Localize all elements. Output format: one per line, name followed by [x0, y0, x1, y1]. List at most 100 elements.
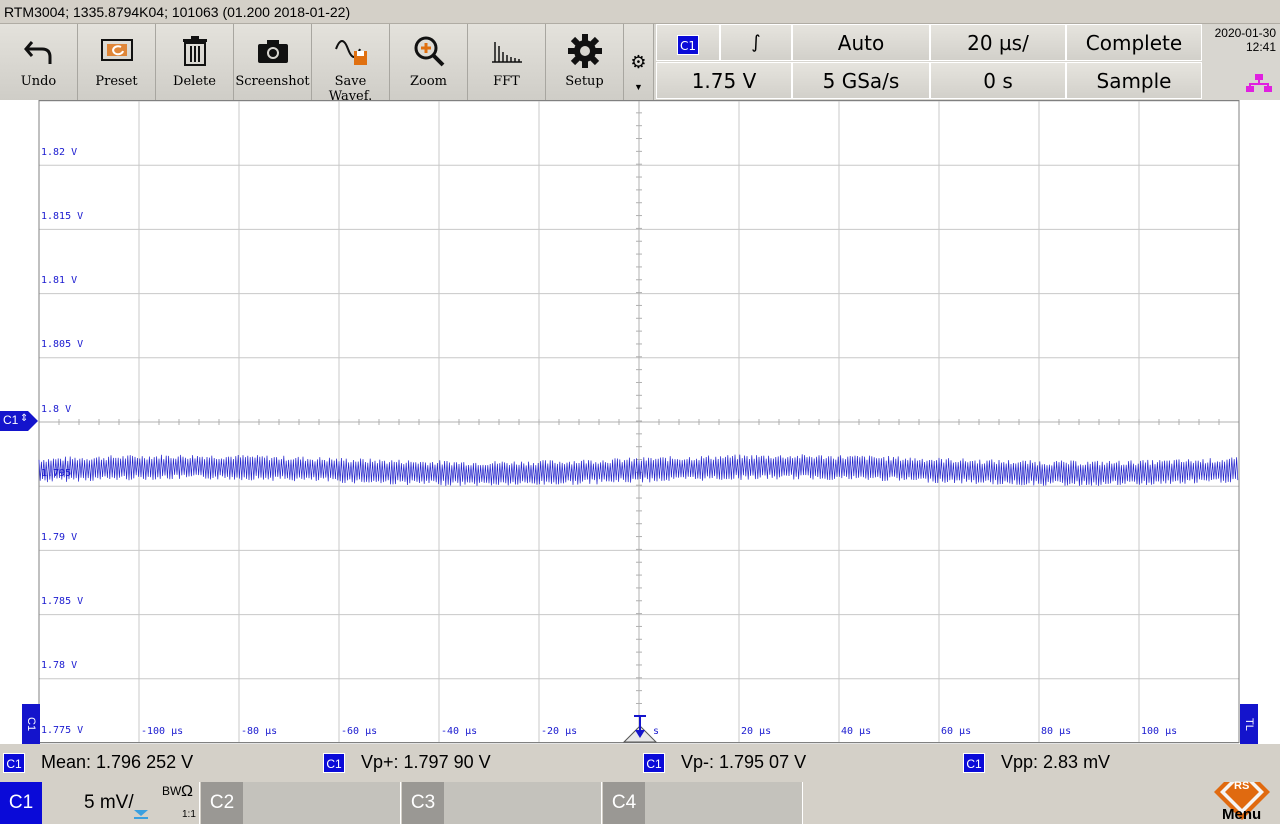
y-label: 1.79 V [41, 532, 78, 543]
y-label: 1.795 [41, 468, 72, 479]
preset-icon [78, 24, 155, 74]
measurement-vp-minus[interactable]: C1 Vp-: 1.795 07 V [643, 752, 807, 774]
measurement-text: Mean: 1.796 252 V [41, 752, 194, 772]
zoom-icon [390, 24, 467, 74]
date-time: 2020-01-30 12:41 [1204, 24, 1280, 100]
zoom-button[interactable]: Zoom [390, 24, 468, 100]
logo-text: RS [1234, 780, 1250, 792]
small-gear-icon: ⚙ [630, 52, 647, 72]
title-bar: RTM3004; 1335.8794K04; 101063 (01.200 20… [0, 0, 1280, 24]
c1-offset-marker[interactable]: C1 ⇕ [0, 411, 40, 431]
sample-rate: 5 GSa/s [792, 62, 930, 99]
setup-label: Setup [565, 74, 604, 89]
y-label: 1.815 V [41, 211, 84, 222]
trigger-level[interactable]: 1.75 V [656, 62, 792, 99]
x-label: -60 µs [341, 726, 378, 737]
delete-label: Delete [173, 74, 216, 89]
y-label: 1.8 V [41, 404, 72, 415]
menu-button[interactable]: RS Menu [1204, 780, 1280, 824]
gear-icon [546, 24, 623, 74]
trigger-slope[interactable]: ∫ [720, 24, 792, 61]
timebase-scale[interactable]: 20 µs/ [930, 24, 1066, 61]
channel-c3-button[interactable]: C3 [402, 782, 602, 824]
measurement-channel-badge: C1 [323, 753, 345, 774]
x-label: 80 µs [1041, 726, 1072, 737]
x-label: -40 µs [441, 726, 478, 737]
toolbar: Undo Preset Delete Screenshot Save Wavef… [0, 24, 1280, 104]
setup-button[interactable]: Setup [546, 24, 624, 100]
y-label: 1.82 V [41, 147, 78, 158]
channel-c2-name: C2 [201, 782, 243, 824]
date: 2020-01-30 [1214, 26, 1276, 40]
trigger-level-tab[interactable]: TL [1240, 704, 1258, 744]
save-waveform-button[interactable]: Save Wavef. [312, 24, 390, 104]
preset-button[interactable]: Preset [78, 24, 156, 100]
c1-marker-label: C1 [3, 413, 19, 427]
screenshot-button[interactable]: Screenshot [234, 24, 312, 100]
measurement-channel-badge: C1 [643, 753, 665, 774]
chevron-down-icon: ▼ [634, 82, 643, 92]
measurement-mean[interactable]: C1 Mean: 1.796 252 V [3, 752, 194, 774]
fft-icon [468, 24, 545, 74]
measurement-text: Vp+: 1.797 90 V [361, 752, 491, 772]
time: 12:41 [1245, 40, 1276, 54]
acquisition-state[interactable]: Complete [1066, 24, 1202, 61]
measurement-bar: C1 Mean: 1.796 252 V C1 Vp+: 1.797 90 V C1… [0, 744, 1280, 782]
up-down-arrow-icon: ⇕ [20, 413, 29, 424]
channel-c3-name: C3 [402, 782, 444, 824]
fft-button[interactable]: FFT [468, 24, 546, 100]
delete-button[interactable]: Delete [156, 24, 234, 100]
trash-icon [156, 24, 233, 74]
y-label: 1.805 V [41, 339, 84, 350]
x-label: 40 µs [841, 726, 872, 737]
fft-label: FFT [493, 74, 520, 89]
c1-channel-tab[interactable]: C1 [22, 704, 40, 744]
y-label: 1.785 V [41, 596, 84, 607]
x-label: 60 µs [941, 726, 972, 737]
camera-icon [234, 24, 311, 74]
y-label: 1.78 V [41, 660, 78, 671]
x-label: 100 µs [1141, 726, 1178, 737]
acquisition-mode[interactable]: Sample [1066, 62, 1202, 99]
channel-c1-offset-icon [134, 810, 148, 819]
network-icon [1246, 74, 1272, 92]
trigger-position-marker[interactable] [622, 714, 658, 744]
x-label: -100 µs [141, 726, 184, 737]
trigger-source[interactable]: C1 [656, 24, 720, 61]
menu-label: Menu [1222, 806, 1262, 823]
bandwidth-indicator: BW [162, 784, 182, 798]
y-label: 1.775 V [41, 725, 84, 736]
trigger-source-badge: C1 [677, 34, 699, 55]
undo-label: Undo [20, 74, 57, 89]
x-label: -20 µs [541, 726, 578, 737]
save-waveform-icon [312, 24, 389, 74]
measurement-channel-badge: C1 [963, 753, 985, 774]
y-label: 1.81 V [41, 275, 78, 286]
x-label: 20 µs [741, 726, 772, 737]
channel-bar: C1 5 mV/ BW Ω 1:1 C2 C3 C4 [0, 782, 1280, 824]
zoom-label: Zoom [409, 74, 447, 89]
channel-c4-name: C4 [603, 782, 645, 824]
channel-c1-scale: 5 mV/ [84, 792, 134, 813]
horizontal-position[interactable]: 0 s [930, 62, 1066, 99]
undo-icon [0, 24, 77, 74]
probe-ratio: 1:1 [182, 809, 196, 820]
channel-c1-button[interactable]: C1 5 mV/ BW Ω 1:1 [0, 782, 200, 824]
preset-label: Preset [95, 74, 138, 89]
measurement-vp-plus[interactable]: C1 Vp+: 1.797 90 V [323, 752, 491, 774]
channel-c4-button[interactable]: C4 [603, 782, 803, 824]
channel-c1-name: C1 [0, 782, 42, 824]
waveform-display[interactable]: 1.82 V 1.815 V 1.81 V 1.805 V 1.8 V 1.79… [0, 100, 1280, 744]
screenshot-label: Screenshot [235, 74, 310, 89]
undo-button[interactable]: Undo [0, 24, 78, 100]
ohm-icon: Ω [181, 783, 193, 800]
trigger-mode[interactable]: Auto [792, 24, 930, 61]
measurement-text: Vp-: 1.795 07 V [681, 752, 807, 772]
x-label: -80 µs [241, 726, 278, 737]
measurement-channel-badge: C1 [3, 753, 25, 774]
channel-c2-button[interactable]: C2 [201, 782, 401, 824]
measurement-vpp[interactable]: C1 Vpp: 2.83 mV [963, 752, 1111, 774]
quick-settings-button[interactable]: ⚙ ▼ [624, 24, 654, 100]
measurement-text: Vpp: 2.83 mV [1001, 752, 1111, 772]
graticule [38, 100, 1240, 744]
